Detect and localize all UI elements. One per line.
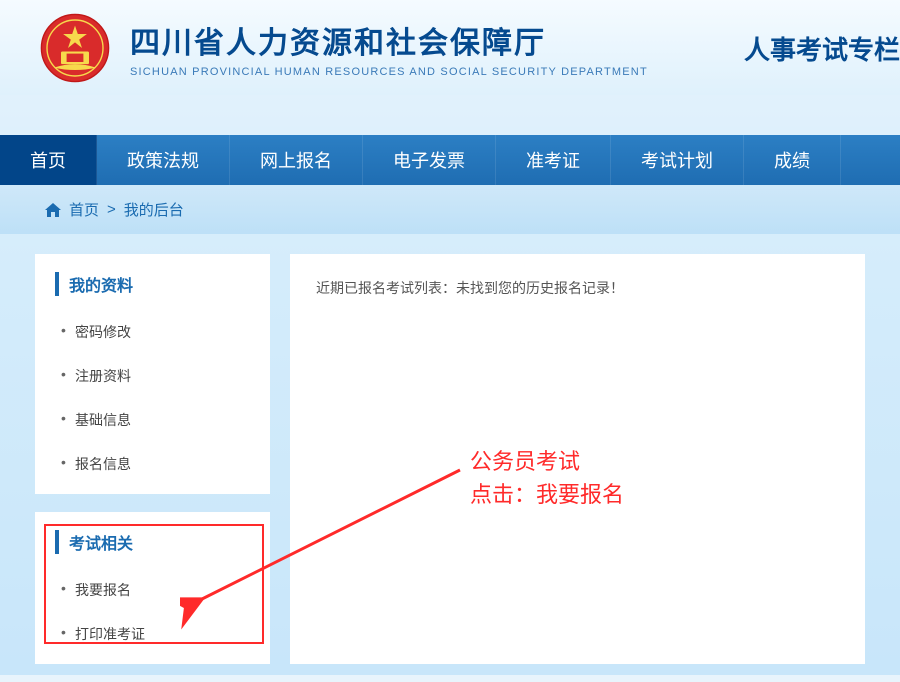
panel-profile: 我的资料 密码修改 注册资料 基础信息 报名信息 — [35, 254, 270, 494]
sidebar: 我的资料 密码修改 注册资料 基础信息 报名信息 考试相关 我要报名 打印准考证 — [35, 254, 270, 682]
sidebar-item-register-info[interactable]: 注册资料 — [55, 354, 250, 398]
sidebar-item-signup-info[interactable]: 报名信息 — [55, 442, 250, 486]
breadcrumb-sep: > — [107, 201, 116, 218]
breadcrumb-home[interactable]: 首页 — [69, 199, 99, 220]
nav-exam-plan[interactable]: 考试计划 — [611, 135, 744, 185]
sidebar-item-print-ticket[interactable]: 打印准考证 — [55, 612, 250, 656]
panel-exam-title: 考试相关 — [55, 530, 250, 554]
nav-home[interactable]: 首页 — [0, 135, 97, 185]
home-icon — [45, 203, 61, 217]
nav-admission-ticket[interactable]: 准考证 — [496, 135, 611, 185]
breadcrumb: 首页 > 我的后台 — [0, 185, 900, 234]
national-emblem-icon — [40, 13, 110, 83]
site-header: 四川省人力资源和社会保障厅 SICHUAN PROVINCIAL HUMAN R… — [0, 0, 900, 95]
nav-online-register[interactable]: 网上报名 — [230, 135, 363, 185]
panel-profile-title: 我的资料 — [55, 272, 250, 296]
main-nav: 首页 政策法规 网上报名 电子发票 准考证 考试计划 成绩 — [0, 135, 900, 185]
breadcrumb-current[interactable]: 我的后台 — [124, 199, 184, 220]
empty-message: 近期已报名考试列表：未找到您的历史报名记录！ — [316, 278, 839, 298]
sidebar-item-basic-info[interactable]: 基础信息 — [55, 398, 250, 442]
site-title-en: SICHUAN PROVINCIAL HUMAN RESOURCES AND S… — [130, 66, 860, 78]
sidebar-item-password[interactable]: 密码修改 — [55, 310, 250, 354]
panel-exam: 考试相关 我要报名 打印准考证 — [35, 512, 270, 664]
nav-results[interactable]: 成绩 — [744, 135, 841, 185]
content-area: 我的资料 密码修改 注册资料 基础信息 报名信息 考试相关 我要报名 打印准考证… — [0, 234, 900, 682]
sidebar-item-signup[interactable]: 我要报名 — [55, 568, 250, 612]
header-side-label: 人事考试专栏 — [744, 30, 900, 67]
nav-einvoice[interactable]: 电子发票 — [363, 135, 496, 185]
nav-policy[interactable]: 政策法规 — [97, 135, 230, 185]
main-panel: 近期已报名考试列表：未找到您的历史报名记录！ — [290, 254, 865, 664]
